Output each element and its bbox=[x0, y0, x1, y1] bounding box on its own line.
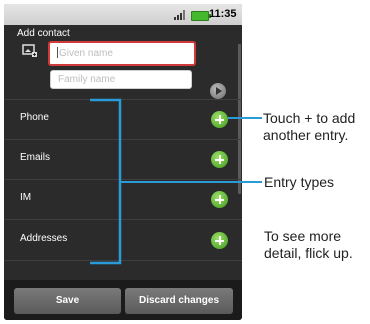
callout-lines bbox=[90, 98, 262, 265]
annotation-add-entry-line2: another entry. bbox=[263, 127, 349, 143]
annotation-flick-up-line2: detail, flick up. bbox=[264, 245, 353, 261]
annotation-entry-types: Entry types bbox=[264, 174, 335, 190]
annotation-flick-up-line1: To see more bbox=[264, 228, 342, 244]
annotation-flick-up: To see more detail, flick up. bbox=[264, 228, 353, 262]
entry-types-bracket bbox=[90, 98, 122, 265]
annotation-add-entry: Touch + to add another entry. bbox=[263, 110, 355, 144]
annotation-add-entry-line1: Touch + to add bbox=[263, 110, 356, 126]
